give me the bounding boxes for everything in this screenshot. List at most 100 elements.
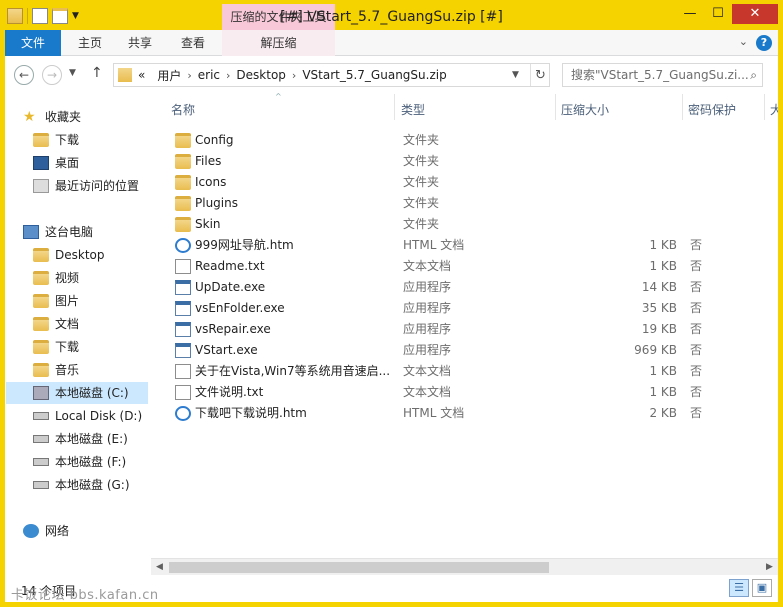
network-icon [23,524,39,538]
scroll-left-icon[interactable]: ◀ [151,560,168,575]
table-row[interactable]: Plugins 文件夹 [165,193,725,214]
table-row[interactable]: 下载吧下载说明.htm HTML 文档 2 KB 否 [165,403,725,424]
application-icon [175,301,191,316]
tab-file[interactable]: 文件 [5,30,61,56]
file-protected: 否 [690,238,703,252]
breadcrumb-users[interactable]: 用户 [151,67,187,84]
file-size: 1 KB [649,259,677,273]
breadcrumb-overflow[interactable]: « [132,68,151,82]
forward-button[interactable]: → [42,65,62,85]
ribbon-expand-icon[interactable]: ⌄ [739,35,748,51]
horizontal-scrollbar[interactable]: ◀ ▶ [151,558,778,575]
computer-icon [23,225,39,239]
application-icon [175,322,191,337]
table-row[interactable]: vsRepair.exe 应用程序 19 KB 否 [165,319,725,340]
application-icon [175,280,191,295]
music-folder-icon [33,363,49,377]
up-button[interactable]: ↑ [91,65,103,81]
sidebar-item-label: 本地磁盘 (G:) [55,478,130,492]
file-name: UpDate.exe [195,280,266,294]
recent-dropdown-icon[interactable]: ▼ [69,68,76,78]
folder-icon [175,175,191,190]
new-folder-icon[interactable] [52,8,68,24]
search-input[interactable]: 搜索"VStart_5.7_GuangSu.zi... ⌕ [562,63,763,87]
address-dropdown-icon[interactable]: ▼ [512,70,519,80]
breadcrumb-desktop[interactable]: Desktop [230,68,292,82]
sort-ascending-icon: ^ [275,92,282,101]
file-type: HTML 文档 [403,238,465,252]
search-icon[interactable]: ⌕ [750,64,757,86]
sidebar-item-label: 文档 [55,317,80,331]
close-button[interactable]: ✕ [732,4,778,24]
table-row[interactable]: Files 文件夹 [165,151,725,172]
sidebar-item-drive-c[interactable]: 本地磁盘 (C:) [6,382,148,404]
text-file-icon [175,385,191,400]
scrollbar-thumb[interactable] [169,562,549,573]
breadcrumb-eric[interactable]: eric [192,68,226,82]
file-type: 文件夹 [403,217,440,231]
table-row[interactable]: 999网址导航.htm HTML 文档 1 KB 否 [165,235,725,256]
file-name: vsRepair.exe [195,322,271,336]
table-row[interactable]: 关于在Vista,Win7等系统用音速启... 文本文档 1 KB 否 [165,361,725,382]
folder-app-icon[interactable] [7,8,23,24]
address-bar[interactable]: « 用户 › eric › Desktop › VStart_5.7_Guang… [113,63,550,87]
navigation-pane: ★ 收藏夹 下载 桌面 最近访问的位置 这台电脑 Desktop 视频 图片 文… [5,92,151,574]
column-compressed-size[interactable]: 压缩大小 [561,101,609,118]
drive-icon [33,481,49,489]
folder-icon [33,248,49,262]
documents-folder-icon [33,317,49,331]
column-name[interactable]: 名称 [171,101,195,118]
help-icon[interactable]: ? [756,35,772,51]
file-protected: 否 [690,343,703,357]
file-type: 应用程序 [403,343,452,357]
maximize-button[interactable]: ☐ [704,4,732,24]
table-row[interactable]: Icons 文件夹 [165,172,725,193]
table-row[interactable]: vsEnFolder.exe 应用程序 35 KB 否 [165,298,725,319]
drive-icon [33,412,49,420]
scroll-right-icon[interactable]: ▶ [761,560,778,575]
properties-icon[interactable] [32,8,48,24]
table-row[interactable]: Skin 文件夹 [165,214,725,235]
quick-access-toolbar: ▼ [7,8,79,24]
file-size: 969 KB [634,343,677,357]
breadcrumb-zip[interactable]: VStart_5.7_GuangSu.zip [296,68,452,82]
file-type: 文本文档 [403,259,452,273]
file-name: Skin [195,217,221,231]
refresh-icon[interactable]: ↻ [535,68,546,83]
details-view-icon[interactable]: ☰ [729,579,749,597]
sidebar-item-label: 视频 [55,271,80,285]
file-name: Files [195,154,222,168]
sidebar-item-label: 本地磁盘 (C:) [55,386,129,400]
large-icons-view-icon[interactable]: ▣ [752,579,772,597]
file-protected: 否 [690,259,703,273]
tab-extract[interactable]: 解压缩 [222,30,335,56]
tab-view[interactable]: 查看 [168,30,218,56]
watermark: 卡饭论坛 bbs.kafan.cn [11,588,159,602]
sidebar-this-pc[interactable]: 这台电脑 [23,221,169,243]
table-row[interactable]: VStart.exe 应用程序 969 KB 否 [165,340,725,361]
table-row[interactable]: UpDate.exe 应用程序 14 KB 否 [165,277,725,298]
table-row[interactable]: Readme.txt 文本文档 1 KB 否 [165,256,725,277]
system-drive-icon [33,386,49,400]
column-password-protected[interactable]: 密码保护 [688,101,736,118]
sidebar-item-label: 下载 [55,133,80,147]
tab-home[interactable]: 主页 [65,30,115,56]
ribbon-tabs: 文件 主页 共享 查看 解压缩 ⌄ ? [5,30,778,56]
file-type: 文件夹 [403,133,440,147]
qat-dropdown-icon[interactable]: ▼ [72,11,79,21]
minimize-button[interactable]: — [676,4,704,24]
navigation-bar: ← → ▼ ↑ « 用户 › eric › Desktop › VStart_5… [5,56,778,92]
file-protected: 否 [690,364,703,378]
column-extra[interactable]: 大 [770,101,778,118]
sidebar-favorites[interactable]: ★ 收藏夹 [23,106,169,128]
back-button[interactable]: ← [14,65,34,85]
sidebar-item-label: 图片 [55,294,80,308]
file-name: 999网址导航.htm [195,238,294,252]
table-row[interactable]: 文件说明.txt 文本文档 1 KB 否 [165,382,725,403]
column-type[interactable]: 类型 [401,101,425,118]
sidebar-network[interactable]: 网络 [23,520,169,542]
sidebar-item-label: Desktop [55,248,105,262]
table-row[interactable]: Config 文件夹 [165,130,725,151]
drive-icon [33,458,49,466]
tab-share[interactable]: 共享 [115,30,165,56]
